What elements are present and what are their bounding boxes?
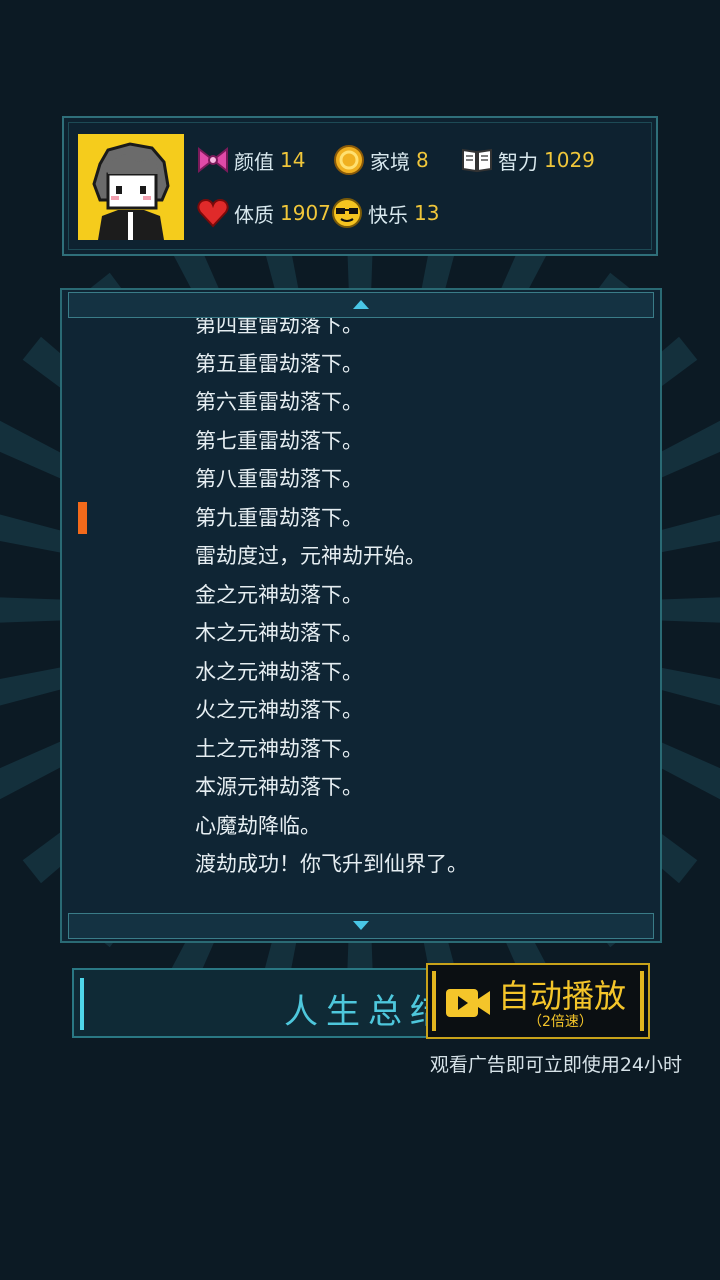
- stat-happiness-label: 快乐: [368, 202, 408, 227]
- arrow-down-icon: [353, 921, 369, 930]
- bow-icon: [196, 143, 230, 177]
- stat-family-value: 8: [416, 148, 429, 172]
- life-summary-button[interactable]: 人生总结: [72, 968, 452, 1038]
- button-edge: [80, 978, 84, 1030]
- log-line: 木之元神劫落下。: [195, 621, 363, 645]
- log-line: 金之元神劫落下。: [195, 582, 363, 607]
- coin-icon: [332, 143, 366, 177]
- button-edge-right: [640, 971, 644, 1031]
- event-log[interactable]: 第四重雷劫落下。第五重雷劫落下。 第六重雷劫落下。 第七重雷劫落下。 第八重雷劫落下。…: [60, 288, 662, 943]
- video-camera-icon: [444, 985, 494, 1021]
- stat-physique-value: 1907: [280, 201, 331, 225]
- stat-physique-label: 体质: [234, 202, 274, 227]
- log-line: 心魔劫降临。: [195, 813, 321, 838]
- log-line: 水之元神劫落下。: [195, 659, 363, 684]
- auto-play-speed: （2倍速）: [528, 1014, 593, 1030]
- log-lines: 第四重雷劫落下。第五重雷劫落下。 第六重雷劫落下。 第七重雷劫落下。 第八重雷劫落下。…: [62, 318, 660, 911]
- stat-intellect-label: 智力: [498, 149, 538, 174]
- auto-play-button[interactable]: 自动播放 （2倍速）: [426, 963, 650, 1039]
- stat-looks-value: 14: [280, 148, 306, 172]
- log-line: 雷劫度过，元神劫开始。: [195, 544, 426, 568]
- background-ray: [659, 597, 720, 623]
- stat-physique: 体质 1907: [196, 193, 331, 233]
- stat-intellect-value: 1029: [544, 148, 595, 172]
- heart-icon: [196, 196, 230, 230]
- sunglasses-face-icon: [330, 196, 364, 230]
- arrow-up-icon: [353, 300, 369, 309]
- stat-intellect: 智力 1029: [460, 140, 595, 180]
- scroll-down-button[interactable]: [68, 913, 654, 939]
- log-line: 第八重雷劫落下。: [195, 467, 363, 491]
- attribute-panel: 颜值 14 家境 8 智力 1029 体质 1907 快乐 13: [62, 116, 658, 256]
- log-line: 第四重雷劫落下。: [195, 318, 363, 337]
- stat-family-label: 家境: [370, 149, 410, 174]
- stat-family: 家境 8: [332, 140, 429, 180]
- scroll-up-button[interactable]: [68, 292, 654, 318]
- stat-looks-label: 颜值: [234, 149, 274, 174]
- button-edge-left: [432, 971, 436, 1031]
- log-line: 第五重雷劫落下。: [195, 351, 363, 376]
- stat-happiness: 快乐 13: [330, 193, 439, 233]
- stat-happiness-value: 13: [414, 201, 440, 225]
- book-icon: [460, 143, 494, 177]
- log-line: 本源元神劫落下。: [195, 775, 363, 799]
- ad-note: 观看广告即可立即使用24小时: [429, 1054, 682, 1076]
- background-ray: [0, 597, 61, 623]
- log-line: 第七重雷劫落下。: [195, 428, 363, 453]
- log-line: 土之元神劫落下。: [195, 736, 363, 761]
- log-line: 第六重雷劫落下。: [195, 390, 363, 414]
- avatar: [78, 134, 184, 240]
- log-line: 渡劫成功！你飞升到仙界了。: [195, 852, 468, 876]
- log-line: 火之元神劫落下。: [195, 698, 363, 722]
- stat-looks: 颜值 14: [196, 140, 305, 180]
- log-line: 第九重雷劫落下。: [195, 505, 363, 530]
